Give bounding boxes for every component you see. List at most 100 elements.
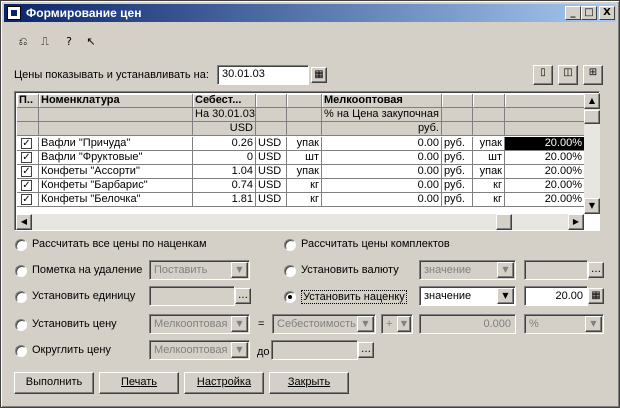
execute-button[interactable]: Выполнить: [14, 372, 94, 394]
row-unit2[interactable]: кг: [473, 179, 505, 193]
scroll-right-icon[interactable]: ▶: [568, 214, 584, 230]
row-currency[interactable]: USD: [256, 151, 287, 165]
set-markup-select[interactable]: значение ▼: [419, 286, 516, 306]
row-check-cell[interactable]: ✓: [17, 137, 39, 151]
row-unit[interactable]: шт: [287, 151, 322, 165]
col-header-rub[interactable]: [442, 94, 473, 108]
round-to-input[interactable]: [271, 340, 358, 360]
scroll-up-icon[interactable]: ▲: [584, 93, 600, 109]
horizontal-scroll-thumb[interactable]: [496, 214, 512, 230]
row-checkbox[interactable]: ✓: [21, 138, 32, 149]
row-unit[interactable]: упак: [287, 137, 322, 151]
row-unit[interactable]: кг: [287, 179, 322, 193]
row-checkbox[interactable]: ✓: [21, 166, 32, 177]
mark-delete-select[interactable]: Поставить ▼: [149, 260, 250, 280]
set-price-base-select[interactable]: Себестоимость ▼: [272, 314, 376, 334]
mark-delete-label[interactable]: Пометка на удаление: [32, 264, 142, 276]
row-unit[interactable]: кг: [287, 193, 322, 207]
row-markup-pct[interactable]: 20.00%: [505, 137, 585, 151]
close-window-button[interactable]: X: [599, 6, 615, 20]
row-currency[interactable]: USD: [256, 193, 287, 207]
row-checkbox[interactable]: ✓: [21, 180, 32, 191]
row-currency[interactable]: USD: [256, 179, 287, 193]
set-currency-input[interactable]: [524, 260, 588, 280]
row-unit2[interactable]: шт: [473, 151, 505, 165]
set-price-type-select[interactable]: Мелкооптовая ▼: [149, 314, 250, 334]
recalc-sets-label[interactable]: Рассчитать цены комплектов: [301, 238, 450, 250]
row-cost[interactable]: 1.81: [193, 193, 256, 207]
set-markup-amount-input[interactable]: 20.00: [524, 286, 588, 306]
set-price-amount-input[interactable]: 0.000: [419, 314, 516, 334]
maximize-button[interactable]: □: [581, 6, 597, 20]
horizontal-scrollbar[interactable]: ◀ ▶: [16, 214, 584, 230]
row-currency[interactable]: USD: [256, 137, 287, 151]
context-help-icon[interactable]: ↖: [83, 35, 99, 49]
price-grid[interactable]: П.. Номенклатура Себест... Мелкооптовая …: [14, 91, 600, 231]
col-header-unit2[interactable]: [473, 94, 505, 108]
recalc-sets-radio[interactable]: [284, 239, 296, 251]
row-unit2[interactable]: кг: [473, 193, 505, 207]
col-header-pct[interactable]: [505, 94, 585, 108]
col-header-cur[interactable]: [256, 94, 287, 108]
close-button[interactable]: Закрыть: [269, 372, 349, 394]
row-name[interactable]: Конфеты "Белочка": [39, 193, 193, 207]
set-price-radio[interactable]: [15, 319, 27, 331]
set-currency-radio[interactable]: [284, 265, 296, 277]
row-price[interactable]: 0.00: [322, 179, 442, 193]
row-unit2[interactable]: упак: [473, 137, 505, 151]
row-cost[interactable]: 1.04: [193, 165, 256, 179]
vertical-scrollbar[interactable]: ▲ ▼: [584, 93, 600, 214]
view-mode-icon-1[interactable]: ▯: [533, 65, 553, 85]
print-button[interactable]: Печать: [99, 372, 179, 394]
lock-icon[interactable]: ⎍: [37, 35, 53, 49]
set-currency-select[interactable]: значение ▼: [419, 260, 516, 280]
recalc-all-label[interactable]: Рассчитать все цены по наценкам: [32, 238, 207, 250]
col-header-unit[interactable]: [287, 94, 322, 108]
row-markup-pct[interactable]: 20.00%: [505, 151, 585, 165]
row-markup-pct[interactable]: 20.00%: [505, 179, 585, 193]
minimize-button[interactable]: _: [565, 6, 581, 20]
round-price-radio[interactable]: [15, 345, 27, 357]
vertical-scroll-thumb[interactable]: [584, 110, 600, 124]
row-rub[interactable]: руб.: [442, 151, 473, 165]
row-price[interactable]: 0.00: [322, 151, 442, 165]
chevron-down-icon[interactable]: ▼: [397, 316, 411, 332]
view-mode-icon-2[interactable]: ◫: [558, 65, 578, 85]
set-unit-label[interactable]: Установить единицу: [32, 290, 135, 302]
calculator-icon[interactable]: ▦: [588, 288, 604, 304]
set-markup-radio[interactable]: [284, 291, 296, 303]
set-currency-choose-icon[interactable]: …: [588, 262, 604, 278]
row-rub[interactable]: руб.: [442, 179, 473, 193]
row-checkbox[interactable]: ✓: [21, 152, 32, 163]
row-price[interactable]: 0.00: [322, 165, 442, 179]
row-rub[interactable]: руб.: [442, 137, 473, 151]
chevron-down-icon[interactable]: ▼: [357, 316, 374, 332]
col-header-mark[interactable]: П..: [17, 94, 39, 108]
row-cost[interactable]: 0: [193, 151, 256, 165]
row-price[interactable]: 0.00: [322, 193, 442, 207]
row-name[interactable]: Вафли "Причуда": [39, 137, 193, 151]
chevron-down-icon[interactable]: ▼: [585, 316, 602, 332]
row-name[interactable]: Конфеты "Барбарис": [39, 179, 193, 193]
settings-button[interactable]: Настройка: [184, 372, 264, 394]
help-icon[interactable]: ?: [61, 35, 77, 49]
row-cost[interactable]: 0.26: [193, 137, 256, 151]
col-header-name[interactable]: Номенклатура: [39, 94, 193, 108]
row-markup-pct[interactable]: 20.00%: [505, 193, 585, 207]
row-unit[interactable]: упак: [287, 165, 322, 179]
set-unit-input[interactable]: [149, 286, 235, 306]
col-header-cost[interactable]: Себест...: [193, 94, 256, 108]
date-input[interactable]: 30.01.03: [217, 65, 309, 85]
chevron-down-icon[interactable]: ▼: [497, 262, 514, 278]
scroll-down-icon[interactable]: ▼: [584, 198, 600, 214]
set-markup-label[interactable]: Установить наценку: [301, 290, 407, 304]
row-name[interactable]: Конфеты "Ассорти": [39, 165, 193, 179]
set-price-op-select[interactable]: + ▼: [381, 314, 413, 334]
set-unit-radio[interactable]: [15, 291, 27, 303]
calendar-icon[interactable]: ▦: [311, 67, 327, 83]
round-price-label[interactable]: Округлить цену: [32, 344, 111, 356]
row-price[interactable]: 0.00: [322, 137, 442, 151]
unlock-icon[interactable]: ⎌: [15, 35, 31, 49]
set-price-unit-select[interactable]: % ▼: [524, 314, 604, 334]
col-header-small-wholesale[interactable]: Мелкооптовая: [322, 94, 442, 108]
